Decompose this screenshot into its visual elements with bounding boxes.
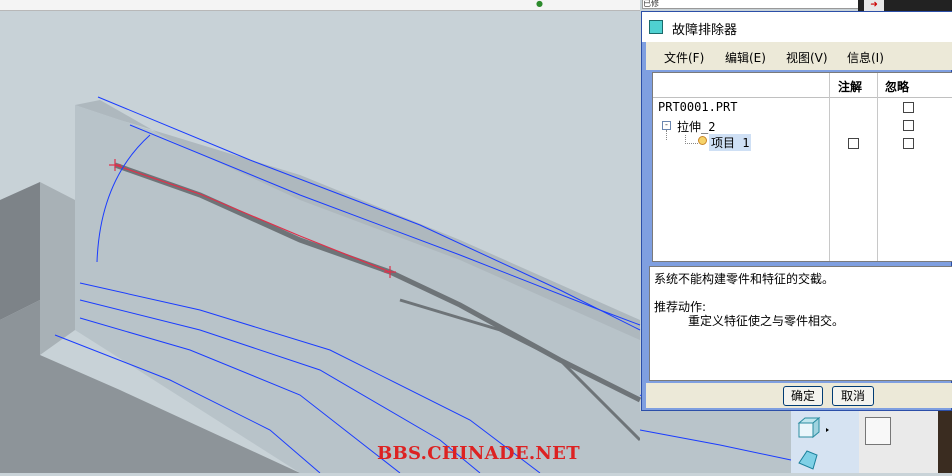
far-right-strip [938,411,952,473]
note-checkbox-item[interactable] [848,138,859,149]
tree-feature-item[interactable]: 拉伸_2 [677,118,715,135]
app-icon [649,20,663,34]
tree-line [685,135,698,144]
menu-view[interactable]: 视图(V) [786,49,828,66]
menu-info[interactable]: 信息(I) [847,49,884,66]
cube-icon [797,416,821,439]
collapse-icon[interactable]: - [662,121,671,130]
submenu-arrow-icon [826,428,829,432]
cancel-button[interactable]: 取消 [832,386,874,406]
top-status-field: 已修 [642,0,860,9]
column-ignore[interactable]: 忽略 [885,78,909,95]
column-note[interactable]: 注解 [838,78,862,95]
tree-header: 注解 忽略 [653,73,952,98]
ignore-checkbox-item[interactable] [903,138,914,149]
base-block-top [40,182,75,355]
ignore-checkbox-feature[interactable] [903,120,914,131]
menu-edit[interactable]: 编辑(E) [725,49,766,66]
tree-root-item[interactable]: PRT0001.PRT [658,100,737,114]
message-panel: 系统不能构建零件和特征的交截。 推荐动作: 重定义特征使之与零件相交。 [649,266,952,381]
right-panel-box [865,417,891,445]
button-bar: 确定 取消 [646,383,952,408]
arrow-icon[interactable]: ➜ [864,0,884,11]
menubar: 文件(F) 编辑(E) 视图(V) 信息(I) [646,42,952,70]
base-block-face [0,182,40,320]
column-divider [829,73,830,261]
tree-line [666,130,668,140]
feature-tree-panel: 注解 忽略 PRT0001.PRT - 拉伸_2 项目 1 [652,72,952,262]
error-message: 系统不能构建零件和特征的交截。 [654,272,835,286]
menu-file[interactable]: 文件(F) [664,49,704,66]
status-dot-icon [698,136,707,145]
troubleshooter-dialog: 故障排除器 文件(F) 编辑(E) 视图(V) 信息(I) 注解 忽略 PRT0… [641,11,952,411]
column-divider [877,73,878,261]
ok-button[interactable]: 确定 [783,386,823,406]
side-toolbar [791,411,859,473]
dialog-title: 故障排除器 [672,23,738,38]
top-toolbar-edge: ● [0,0,640,11]
dialog-titlebar[interactable]: 故障排除器 [642,12,952,42]
lock-icon: ● [536,0,543,8]
watermark: BBS.CHINADE.NET [377,443,580,464]
ignore-checkbox-root[interactable] [903,102,914,113]
recommended-action-text: 重定义特征使之与零件相交。 [688,314,845,328]
tree-leaf-item[interactable]: 项目 1 [709,134,752,151]
shape-icon [798,450,818,470]
